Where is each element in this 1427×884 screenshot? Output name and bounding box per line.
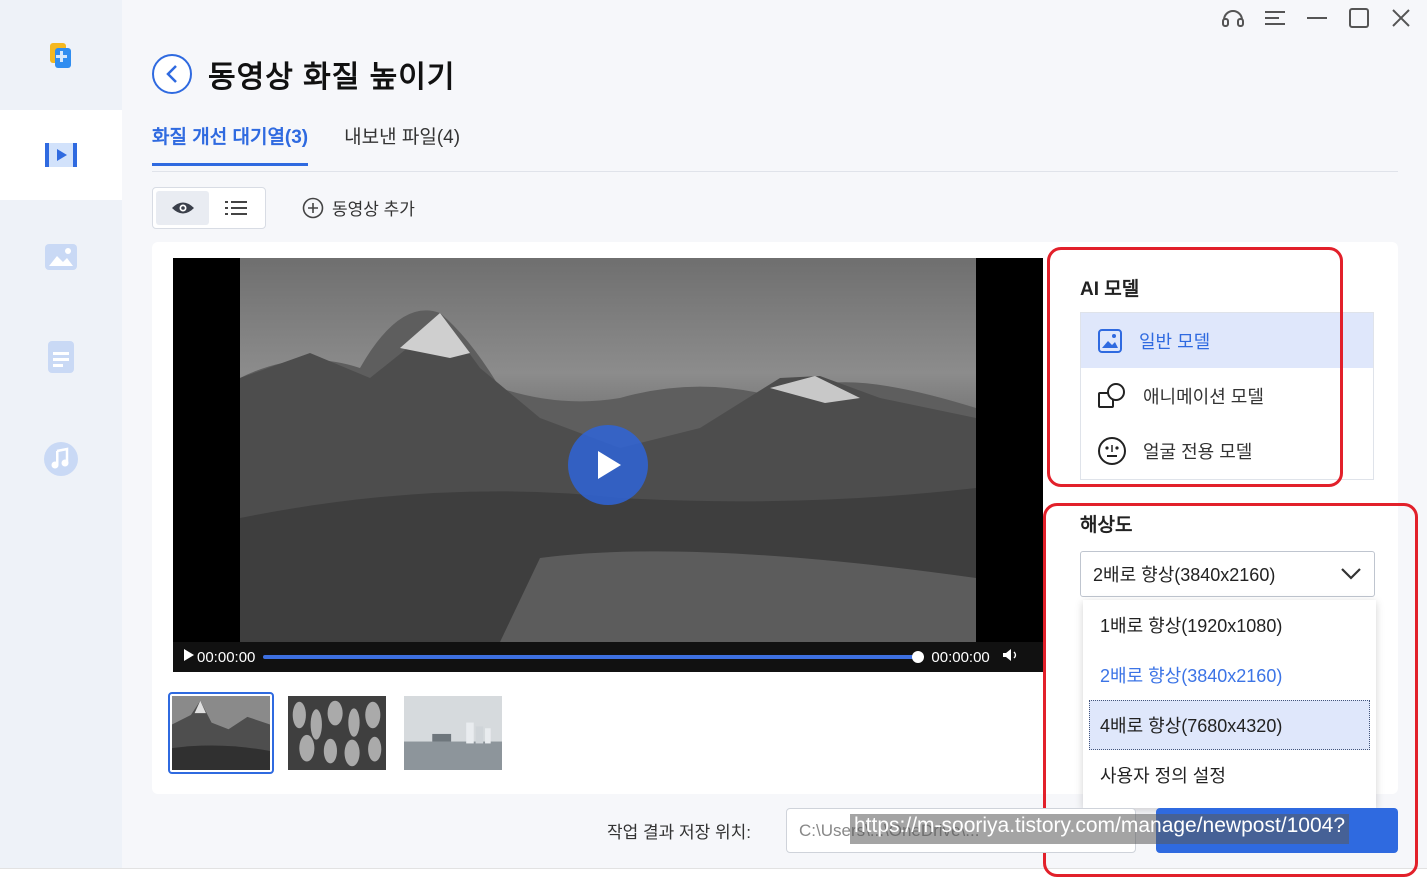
document-icon — [48, 341, 74, 373]
progress-bar[interactable] — [263, 651, 925, 663]
list-view-button[interactable] — [209, 191, 262, 225]
resolution-dropdown: 1배로 향상(1920x1080) 2배로 향상(3840x2160) 4배로 … — [1083, 600, 1376, 808]
resolution-option-custom[interactable]: 사용자 정의 설정 — [1083, 750, 1376, 800]
tab-divider — [152, 171, 1398, 172]
thumbnail-city[interactable] — [400, 692, 506, 774]
photo-icon — [45, 244, 77, 270]
video-enhance-icon — [45, 143, 77, 167]
tab-enhance-queue[interactable]: 화질 개선 대기열(3) — [152, 122, 309, 166]
music-icon — [44, 442, 78, 476]
maximize-icon[interactable] — [1347, 6, 1371, 30]
sidebar-item-video[interactable] — [0, 110, 122, 200]
resolution-selected-value: 2배로 향상(3840x2160) — [1093, 565, 1276, 585]
video-controls: 00:00:00 00:00:00 — [173, 642, 1043, 672]
video-player[interactable]: 00:00:00 00:00:00 — [173, 258, 1043, 672]
model-option-animation[interactable]: 애니메이션 모델 — [1081, 368, 1373, 423]
tab-bar: 화질 개선 대기열(3) 내보낸 파일(4) — [152, 122, 460, 166]
shapes-icon — [1098, 382, 1125, 408]
resolution-option-1x[interactable]: 1배로 향상(1920x1080) — [1083, 600, 1376, 650]
app-logo — [0, 0, 122, 110]
eye-icon — [171, 202, 194, 214]
model-option-label: 얼굴 전용 모델 — [1143, 441, 1253, 462]
resolution-option-2x[interactable]: 2배로 향상(3840x2160) — [1083, 650, 1376, 700]
tab-exported-files[interactable]: 내보낸 파일(4) — [344, 122, 460, 166]
image-icon — [1098, 328, 1122, 353]
model-option-label: 일반 모델 — [1139, 331, 1211, 352]
resolution-select[interactable]: 2배로 향상(3840x2160) — [1080, 551, 1375, 597]
model-option-face[interactable]: 얼굴 전용 모델 — [1081, 423, 1373, 478]
face-icon — [1098, 436, 1126, 465]
ai-model-label: AI 모델 — [1080, 279, 1140, 300]
support-headset-icon[interactable] — [1221, 6, 1245, 30]
thumbnail-mountain[interactable] — [168, 692, 274, 774]
page-title: 동영상 화질 높이기 — [208, 61, 456, 94]
ai-model-list: 일반 모델 애니메이션 모델 얼굴 전용 모델 — [1080, 312, 1374, 480]
resolution-label: 해상도 — [1080, 515, 1133, 536]
duration: 00:00:00 — [931, 648, 990, 666]
plus-circle-icon — [302, 197, 324, 218]
sidebar-item-audio[interactable] — [0, 414, 122, 504]
sidebar-item-document[interactable] — [0, 312, 122, 402]
small-play-icon[interactable] — [183, 648, 195, 666]
list-icon — [224, 201, 247, 215]
chevron-left-icon — [166, 65, 177, 83]
url-watermark: https://m-sooriya.tistory.com/manage/new… — [850, 814, 1350, 844]
sidebar-item-photo[interactable] — [0, 212, 122, 302]
play-icon — [598, 451, 621, 479]
sidebar — [0, 0, 122, 884]
current-time: 00:00:00 — [197, 648, 256, 666]
progress-knob[interactable] — [912, 651, 925, 663]
model-option-general[interactable]: 일반 모델 — [1081, 313, 1373, 368]
view-toggle — [152, 187, 266, 229]
preview-view-button[interactable] — [156, 191, 209, 225]
minimize-icon[interactable] — [1305, 6, 1329, 30]
city-thumbnail-image — [404, 696, 502, 770]
model-option-label: 애니메이션 모델 — [1143, 386, 1264, 407]
taskbar-strip — [0, 868, 1427, 884]
resolution-option-4x[interactable]: 4배로 향상(7680x4320) — [1089, 700, 1370, 750]
thumbnail-strip — [168, 692, 506, 774]
chevron-down-icon — [1341, 568, 1361, 580]
window-controls — [1221, 6, 1413, 30]
add-video-button[interactable]: 동영상 추가 — [302, 195, 415, 220]
play-button[interactable] — [568, 425, 648, 505]
mountain-thumbnail-image — [172, 696, 270, 770]
plants-thumbnail-image — [288, 696, 386, 770]
menu-icon[interactable] — [1263, 6, 1287, 30]
thumbnail-plants[interactable] — [284, 692, 390, 774]
back-button[interactable] — [152, 54, 192, 94]
save-location-label: 작업 결과 저장 위치: — [607, 823, 752, 842]
add-video-label: 동영상 추가 — [332, 200, 415, 219]
close-icon[interactable] — [1389, 6, 1413, 30]
volume-icon[interactable] — [1002, 648, 1020, 666]
